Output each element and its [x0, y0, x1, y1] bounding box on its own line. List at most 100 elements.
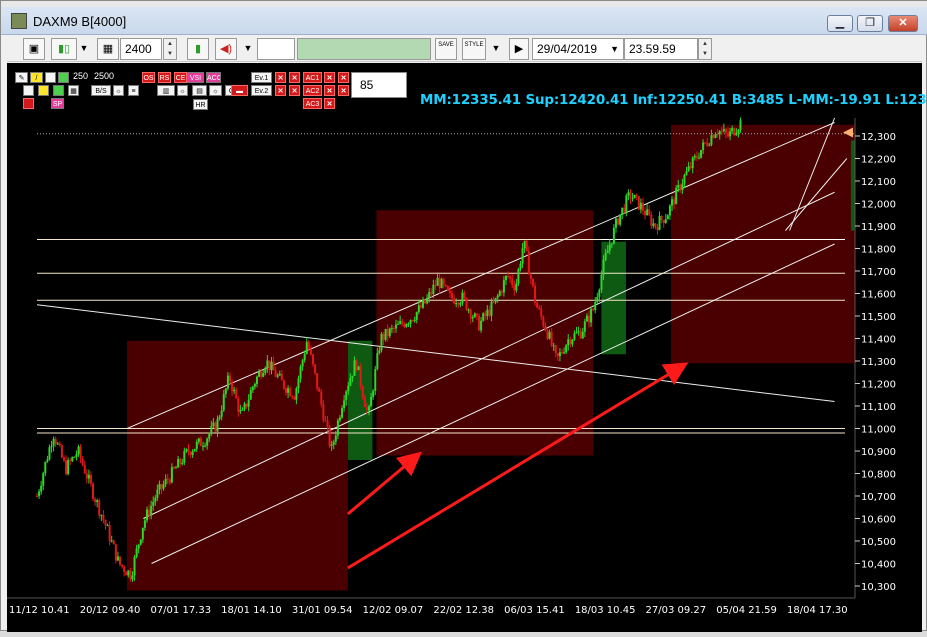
- candle-body: [60, 445, 63, 458]
- lines-icon[interactable]: ≡: [128, 85, 139, 96]
- save-disk-icon[interactable]: ▣: [23, 38, 45, 60]
- vsi-button[interactable]: VSI: [187, 72, 204, 83]
- title-bar[interactable]: DAXM9 B[4000] ▁ ❐ ✕: [1, 7, 927, 35]
- time-stepper[interactable]: ▲ ▼: [698, 38, 712, 60]
- y-tick-label: 10,600: [861, 515, 896, 526]
- chevron-down-icon[interactable]: ▼: [241, 38, 255, 60]
- color-swatch-icon[interactable]: [45, 72, 56, 83]
- ac3-button[interactable]: AC3: [303, 98, 322, 109]
- ce-button[interactable]: CE: [174, 72, 187, 83]
- chevron-down-icon[interactable]: ▼: [489, 38, 503, 60]
- yellow-swatch[interactable]: [38, 85, 49, 96]
- price-chart[interactable]: 10,300 10,400 10,500 10,600 10,700 10,800 10,9…: [7, 63, 922, 632]
- time-input[interactable]: 23.59.59: [624, 38, 698, 60]
- candle-body: [720, 131, 723, 133]
- candles-icon[interactable]: ▮▯: [51, 38, 77, 60]
- candle-body: [691, 157, 694, 169]
- ac2-button[interactable]: AC2: [303, 85, 322, 96]
- candle-body: [492, 301, 495, 303]
- candle-body: [131, 575, 134, 580]
- y-tick-label: 10,300: [861, 582, 896, 593]
- candle-body: [266, 360, 269, 368]
- settings-icon[interactable]: ☼: [113, 85, 124, 96]
- style-button[interactable]: STYLE: [462, 38, 486, 60]
- candle-body: [735, 133, 738, 136]
- candle-body: [48, 447, 51, 460]
- candle-body: [461, 292, 464, 304]
- candle-body: [343, 400, 346, 409]
- acc-button[interactable]: ACC: [206, 72, 221, 83]
- close-icon[interactable]: ✕: [324, 72, 335, 83]
- candle-body: [666, 215, 669, 220]
- candle-body: [357, 366, 360, 371]
- candle-body: [58, 443, 61, 446]
- candle-body: [727, 132, 730, 137]
- sp-red-button[interactable]: [23, 98, 34, 109]
- candle-body: [471, 317, 474, 319]
- bars-count-stepper[interactable]: ▲ ▼: [163, 38, 177, 60]
- chevron-down-icon[interactable]: ▼: [77, 38, 91, 60]
- candle-body: [330, 444, 333, 447]
- cam-button[interactable]: ▬: [231, 85, 248, 96]
- candle-body: [145, 509, 148, 521]
- close-icon[interactable]: ✕: [275, 72, 286, 83]
- close-button[interactable]: ✕: [888, 15, 918, 32]
- ev1-button[interactable]: Ev.1: [251, 72, 272, 83]
- close-icon[interactable]: ✕: [338, 85, 349, 96]
- settings-icon[interactable]: ☼: [209, 85, 222, 96]
- y-axis: 10,300 10,400 10,500 10,600 10,700 10,800 10,9…: [854, 118, 922, 598]
- bs-button[interactable]: B/S: [91, 85, 111, 96]
- red-arrow: [346, 451, 422, 516]
- play-icon[interactable]: ▶: [509, 38, 529, 60]
- candle-body: [432, 284, 435, 294]
- date-input[interactable]: 29/04/2019 ▼: [532, 38, 624, 60]
- candle-body: [193, 448, 196, 452]
- candle-body: [287, 388, 290, 393]
- grid-icon[interactable]: ▦: [68, 85, 79, 96]
- minimize-button[interactable]: ▁: [827, 15, 853, 32]
- candle-body: [212, 422, 215, 427]
- period-input[interactable]: 85: [351, 72, 407, 98]
- os-button[interactable]: OS: [142, 72, 155, 83]
- chart-type-icon[interactable]: ▮: [187, 38, 209, 60]
- marker-icon[interactable]: /: [30, 72, 43, 83]
- close-icon[interactable]: ✕: [338, 72, 349, 83]
- candle-body: [195, 441, 198, 449]
- chart-area[interactable]: 10,300 10,400 10,500 10,600 10,700 10,800 10,9…: [7, 63, 927, 632]
- candle-body: [583, 321, 586, 332]
- close-icon[interactable]: ✕: [324, 85, 335, 96]
- calculator-icon[interactable]: ▦: [97, 38, 119, 60]
- hr-button[interactable]: HR: [193, 99, 208, 110]
- candle-body: [67, 460, 70, 475]
- bars-count-input[interactable]: 2400: [120, 38, 162, 60]
- close-icon[interactable]: ✕: [324, 98, 335, 109]
- settings-icon[interactable]: ☼: [177, 85, 188, 96]
- candle-body: [125, 572, 128, 576]
- candle-body: [309, 349, 312, 355]
- candle-body: [519, 263, 522, 270]
- table-icon[interactable]: ▤: [192, 85, 207, 96]
- ac1-button[interactable]: AC1: [303, 72, 322, 83]
- maximize-button[interactable]: ❐: [857, 15, 883, 32]
- toolbar: ▣ ▮▯ ▼ ▦ 2400 ▲ ▼ ▮ ◀) ▼ SAVE STYLE ▼ ▶ 2…: [7, 36, 922, 62]
- candle-body: [465, 297, 468, 311]
- chevron-down-icon[interactable]: ▼: [610, 39, 619, 59]
- save-button[interactable]: SAVE: [435, 38, 457, 60]
- blank-field[interactable]: [257, 38, 295, 60]
- speaker-icon[interactable]: ◀): [215, 38, 237, 60]
- ev2-button[interactable]: Ev.2: [251, 85, 272, 96]
- pen-icon[interactable]: ✎: [15, 72, 28, 83]
- period-label-1: 250: [73, 71, 89, 81]
- candle-body: [424, 299, 427, 304]
- rs-button[interactable]: RS: [158, 72, 171, 83]
- sp-button[interactable]: SP: [51, 98, 64, 109]
- white-swatch[interactable]: [23, 85, 34, 96]
- close-icon[interactable]: ✕: [289, 72, 300, 83]
- candle-body: [473, 313, 476, 318]
- green-swatch[interactable]: [53, 85, 64, 96]
- candle-body: [587, 315, 590, 323]
- close-icon[interactable]: ✕: [275, 85, 286, 96]
- bars-icon[interactable]: ▥: [157, 85, 175, 96]
- chart-icon[interactable]: [58, 72, 69, 83]
- close-icon[interactable]: ✕: [289, 85, 300, 96]
